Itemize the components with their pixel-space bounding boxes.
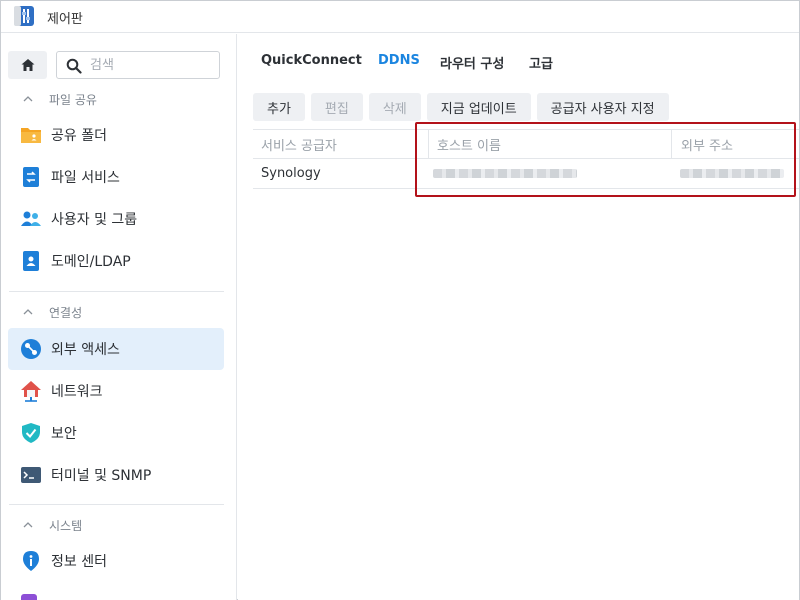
title-bar: 제어판 [1,1,799,33]
folder-icon [20,124,42,146]
sidebar-item-label: 도메인/LDAP [51,254,131,270]
search-input[interactable] [90,55,214,75]
sidebar-item-label: 보안 [51,426,77,442]
sidebar-item-label: 네트워크 [51,384,103,400]
main-panel: QuickConnect DDNS 라우터 구성 고급 추가 편집 삭제 지금 … [238,34,799,600]
control-panel-icon [14,6,34,26]
section-label: 연결성 [49,305,83,320]
sidebar-item-terminal-snmp[interactable]: 터미널 및 SNMP [8,454,224,496]
delete-button[interactable]: 삭제 [368,93,421,121]
external-access-icon [20,338,42,360]
sidebar-item-label: 외부 액세스 [51,342,120,358]
section-label: 파일 공유 [49,92,97,107]
domain-icon [20,250,42,272]
sidebar-divider [9,504,224,505]
sidebar-item-label: 터미널 및 SNMP [51,468,152,484]
tab-bar: QuickConnect DDNS 라우터 구성 고급 [238,34,799,84]
sidebar-item-users-groups[interactable]: 사용자 및 그룹 [8,198,224,240]
file-services-icon [20,166,42,188]
network-icon [20,380,42,402]
add-button[interactable]: 추가 [253,93,305,121]
home-button[interactable] [8,51,47,79]
users-icon [20,208,42,230]
tab-quickconnect[interactable]: QuickConnect [261,53,362,68]
sidebar-divider [9,291,224,292]
search-box[interactable] [56,51,220,79]
section-file-sharing[interactable]: 파일 공유 [23,89,97,109]
home-icon [21,59,34,71]
tab-ddns[interactable]: DDNS [378,53,420,68]
sidebar-item-info-center[interactable]: 정보 센터 [8,540,224,582]
chevron-up-icon [23,96,33,102]
sidebar-item-security[interactable]: 보안 [8,412,224,454]
tab-advanced[interactable]: 고급 [529,53,553,72]
sidebar-item-domain-ldap[interactable]: 도메인/LDAP [8,240,224,282]
sidebar-item-shared-folder[interactable]: 공유 폴더 [8,114,224,156]
info-icon [20,550,42,572]
control-panel-window: 제어판 파일 공유 공유 폴더 [0,0,800,600]
search-icon [66,58,82,74]
sidebar-item-label: 정보 센터 [51,554,107,570]
window-title: 제어판 [47,12,83,27]
section-system[interactable]: 시스템 [23,515,82,535]
update-now-button[interactable]: 지금 업데이트 [426,93,531,121]
toolbar: 추가 편집 삭제 지금 업데이트 공급자 사용자 지정 [253,93,675,121]
column-header-provider[interactable]: 서비스 공급자 [261,130,337,158]
sidebar-item-file-services[interactable]: 파일 서비스 [8,156,224,198]
sidebar-item-label: 공유 폴더 [51,128,107,144]
terminal-icon [20,464,42,486]
customize-provider-button[interactable]: 공급자 사용자 지정 [536,93,669,121]
tab-router-config[interactable]: 라우터 구성 [440,53,504,72]
sidebar: 파일 공유 공유 폴더 파일 서비스 사용자 및 그룹 도메인/LDAP [1,34,237,600]
sidebar-item-label: 사용자 및 그룹 [51,212,138,228]
cell-provider: Synology [261,166,321,181]
sidebar-item-network[interactable]: 네트워크 [8,370,224,412]
section-label: 시스템 [49,518,83,533]
section-connectivity[interactable]: 연결성 [23,302,82,322]
edit-button[interactable]: 편집 [310,93,363,121]
chevron-up-icon [23,522,33,528]
sidebar-item-label: 파일 서비스 [51,170,120,186]
chevron-up-icon [23,309,33,315]
shield-icon [20,422,42,444]
highlight-box [415,122,796,197]
partial-sidebar-icon [21,594,37,600]
sidebar-item-external-access[interactable]: 외부 액세스 [8,328,224,370]
